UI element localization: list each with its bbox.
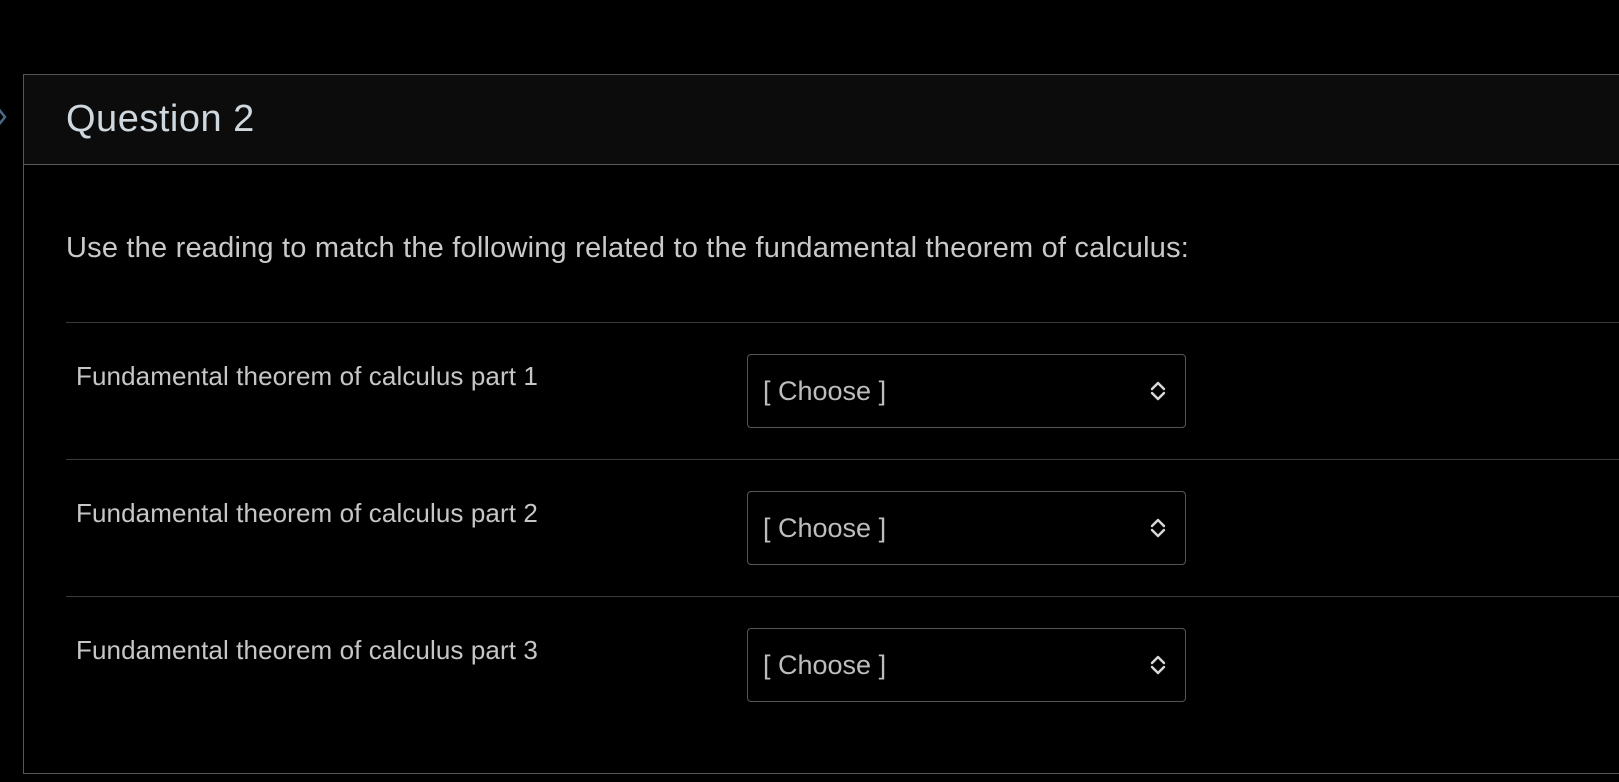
question-prompt: Use the reading to match the following r… <box>66 165 1619 323</box>
question-card: Question 2 Use the reading to match the … <box>23 74 1619 774</box>
question-body: Use the reading to match the following r… <box>24 165 1619 734</box>
select-value: [ Choose ] <box>763 512 887 543</box>
chevron-right-icon[interactable] <box>0 104 8 130</box>
page: Question 2 Use the reading to match the … <box>0 0 1619 782</box>
match-select-dropdown[interactable]: [ Choose ] <box>747 628 1186 702</box>
question-header: Question 2 <box>24 75 1619 165</box>
match-label: Fundamental theorem of calculus part 2 <box>76 498 538 528</box>
chevron-up-down-icon <box>1150 381 1166 401</box>
match-row: Fundamental theorem of calculus part 1 [… <box>66 323 1619 460</box>
chevron-up-down-icon <box>1150 655 1166 675</box>
select-value: [ Choose ] <box>763 649 887 680</box>
select-value: [ Choose ] <box>763 375 887 406</box>
match-label: Fundamental theorem of calculus part 3 <box>76 635 538 665</box>
match-select-dropdown[interactable]: [ Choose ] <box>747 354 1186 428</box>
match-label: Fundamental theorem of calculus part 1 <box>76 361 538 391</box>
match-select-dropdown[interactable]: [ Choose ] <box>747 491 1186 565</box>
question-title: Question 2 <box>66 98 255 140</box>
match-row: Fundamental theorem of calculus part 3 [… <box>66 597 1619 734</box>
match-row: Fundamental theorem of calculus part 2 [… <box>66 460 1619 597</box>
chevron-up-down-icon <box>1150 518 1166 538</box>
